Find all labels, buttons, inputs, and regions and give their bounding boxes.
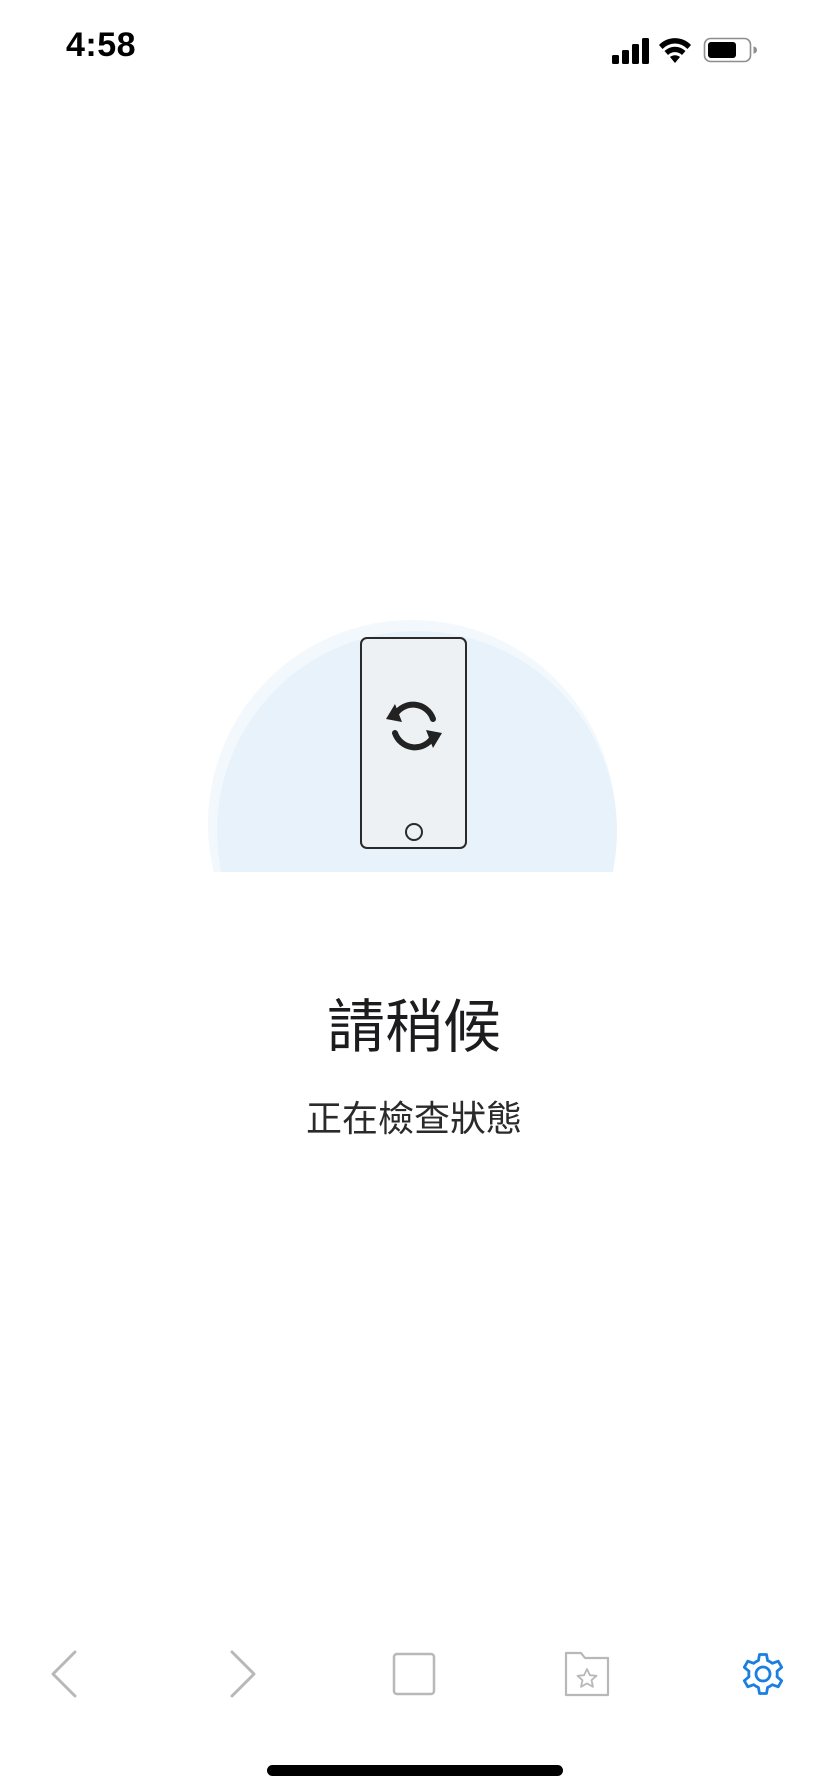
bookmarks-button[interactable] <box>557 1644 617 1704</box>
phone-refresh-icon <box>360 637 467 849</box>
back-arrow-icon <box>51 1650 77 1698</box>
status-message: 正在檢查狀態 <box>305 1099 522 1140</box>
cellular-signal-icon <box>612 38 649 64</box>
tabs-square-icon <box>392 1652 436 1696</box>
checking-illustration <box>208 620 617 872</box>
forward-arrow-icon <box>230 1650 256 1698</box>
wifi-icon <box>659 38 691 63</box>
bookmarks-folder-icon <box>564 1651 610 1697</box>
status-icons <box>612 37 757 64</box>
bottom-toolbar <box>0 1618 828 1738</box>
tabs-button[interactable] <box>384 1644 444 1704</box>
status-time: 4:58 <box>66 26 137 64</box>
settings-button[interactable] <box>733 1644 793 1704</box>
page-title: 請稍候 <box>326 993 501 1061</box>
gear-icon <box>742 1653 784 1695</box>
status-bar: 4:58 <box>0 0 828 96</box>
battery-icon <box>703 37 757 63</box>
home-indicator[interactable] <box>267 1765 563 1776</box>
forward-button[interactable] <box>212 1644 272 1704</box>
back-button[interactable] <box>35 1644 95 1704</box>
